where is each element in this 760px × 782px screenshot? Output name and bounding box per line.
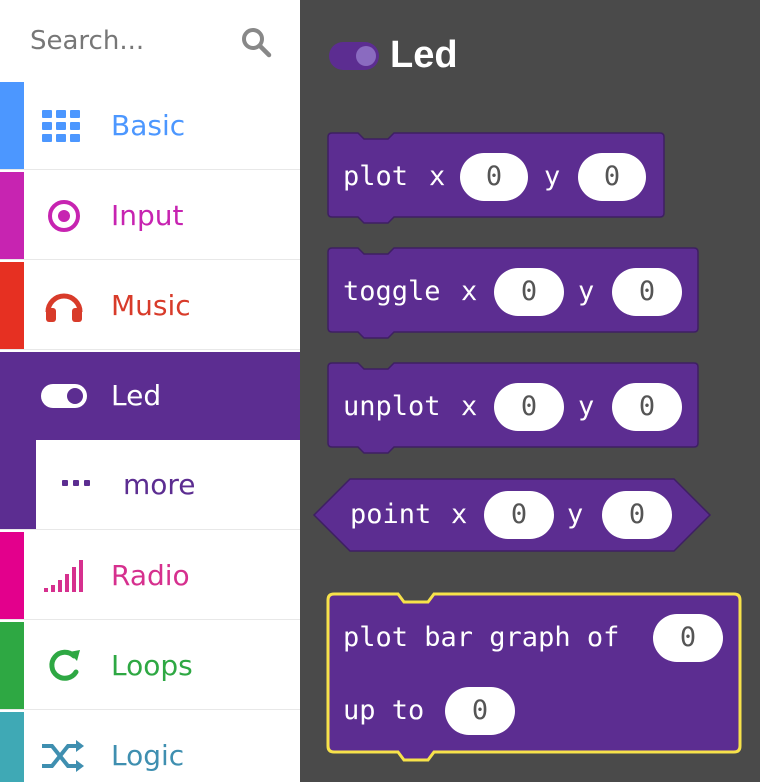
block-label: point (350, 499, 432, 530)
more-dots-icon (62, 480, 90, 486)
target-icon (48, 200, 80, 232)
block-y-label: y (544, 161, 561, 192)
value-input[interactable]: 0 (653, 614, 723, 662)
category-color-bar (0, 712, 24, 782)
category-label: Music (111, 289, 191, 322)
block-label-up-to: up to (343, 695, 425, 726)
toggle-icon (329, 42, 379, 70)
y-value-input[interactable]: 0 (612, 268, 682, 316)
category-label: Input (111, 199, 184, 232)
signal-bars-icon (44, 560, 83, 592)
grid-icon (42, 110, 80, 142)
max-input[interactable]: 0 (445, 687, 515, 735)
y-value-input[interactable]: 0 (612, 383, 682, 431)
category-color-bar (0, 532, 24, 619)
category-label: Loops (111, 649, 193, 682)
plot-bar-graph-block[interactable]: plot bar graph of 0 up to 0 (326, 592, 742, 762)
y-value-input[interactable]: 0 (578, 153, 646, 201)
search-icon[interactable] (240, 26, 272, 58)
block-label: plot bar graph of (343, 622, 620, 653)
category-led[interactable]: Led (0, 352, 300, 440)
plot-block[interactable]: plot x 0 y 0 (327, 132, 665, 224)
x-value-input[interactable]: 0 (494, 383, 564, 431)
shuffle-icon (42, 740, 84, 772)
block-y-label: y (578, 276, 595, 307)
block-label: unplot (343, 391, 441, 422)
toggle-icon (41, 384, 87, 408)
block-x-label: x (461, 391, 478, 422)
category-color-bar (0, 622, 24, 709)
loop-icon (49, 649, 80, 681)
search-input[interactable] (30, 20, 230, 62)
category-color-bar (0, 262, 24, 349)
category-label: more (123, 468, 196, 501)
toolbox-sidebar: Basic Input Music Led more (0, 0, 300, 782)
category-color-bar (0, 440, 36, 529)
blocks-flyout: Led plot x 0 y 0 toggle x 0 y 0 unplot x… (300, 0, 760, 782)
block-y-label: y (567, 499, 584, 530)
block-x-label: x (429, 161, 446, 192)
search-box (0, 0, 300, 82)
block-y-label: y (578, 391, 595, 422)
y-value-input[interactable]: 0 (602, 491, 672, 539)
block-label: plot (343, 161, 409, 192)
block-x-label: x (461, 276, 478, 307)
unplot-block[interactable]: unplot x 0 y 0 (327, 362, 699, 454)
category-logic[interactable]: Logic (0, 712, 300, 782)
category-loops[interactable]: Loops (0, 622, 300, 710)
category-color-bar (0, 82, 24, 169)
block-x-label: x (451, 499, 468, 530)
x-value-input[interactable]: 0 (484, 491, 554, 539)
category-color-bar (0, 172, 24, 259)
x-value-input[interactable]: 0 (460, 153, 528, 201)
category-label: Logic (111, 739, 185, 772)
category-label: Radio (111, 559, 190, 592)
x-value-input[interactable]: 0 (494, 268, 564, 316)
category-label: Basic (111, 109, 186, 142)
point-block[interactable]: point x 0 y 0 (312, 478, 712, 552)
category-basic[interactable]: Basic (0, 82, 300, 170)
flyout-title: Led (390, 34, 458, 76)
category-music[interactable]: Music (0, 262, 300, 350)
block-label: toggle (343, 276, 441, 307)
category-label: Led (111, 379, 162, 412)
headphones-icon (45, 293, 83, 322)
category-input[interactable]: Input (0, 172, 300, 260)
toggle-block[interactable]: toggle x 0 y 0 (327, 247, 699, 339)
category-led-more[interactable]: more (0, 440, 300, 530)
category-radio[interactable]: Radio (0, 532, 300, 620)
